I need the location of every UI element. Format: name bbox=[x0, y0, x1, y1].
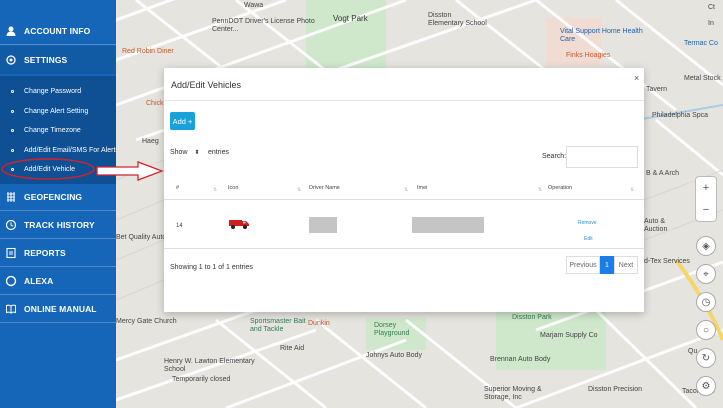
highlight-ellipse bbox=[1, 158, 95, 180]
annotation-overlay bbox=[1, 158, 164, 181]
arrow-icon bbox=[96, 161, 164, 181]
